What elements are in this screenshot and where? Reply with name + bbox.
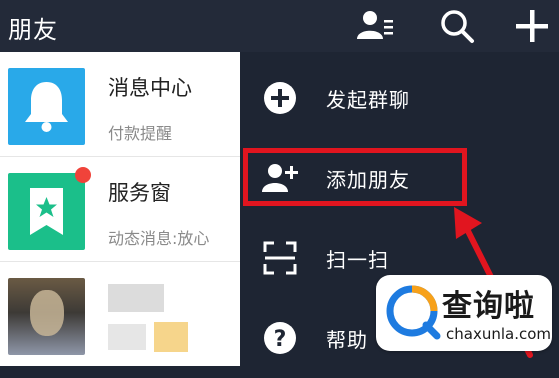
plus-circle-icon xyxy=(262,80,298,116)
menu-item-label: 帮助 xyxy=(326,328,368,352)
more-menu-button[interactable] xyxy=(512,6,552,46)
help-icon: ? xyxy=(262,320,298,356)
list-item-contact[interactable] xyxy=(0,262,240,366)
avatar-blurred xyxy=(8,278,85,355)
search-icon xyxy=(441,10,474,43)
item-preview: 付款提醒 xyxy=(108,124,173,143)
blurred-preview xyxy=(154,322,188,352)
watermark-url: chaxunla.com xyxy=(446,325,551,343)
contacts-icon xyxy=(357,11,393,39)
svg-text:?: ? xyxy=(274,327,287,352)
unread-badge xyxy=(75,167,91,183)
watermark-badge: 查询啦 chaxunla.com xyxy=(376,275,552,351)
list-item-service-window[interactable]: 服务窗 动态消息:放心 xyxy=(0,157,240,261)
avatar xyxy=(8,173,85,250)
friend-list: 消息中心 付款提醒 服务窗 动态消息:放心 xyxy=(0,52,240,366)
scan-icon xyxy=(262,240,298,276)
blurred-preview xyxy=(108,324,146,350)
search-button[interactable] xyxy=(437,6,477,46)
menu-item-label: 发起群聊 xyxy=(326,88,410,112)
watermark-logo xyxy=(386,285,441,340)
item-preview: 动态消息:放心 xyxy=(108,229,210,248)
highlight-box xyxy=(243,148,467,206)
top-bar: 朋友 xyxy=(0,0,559,52)
avatar xyxy=(8,68,85,145)
plus-icon xyxy=(516,10,548,42)
page-title: 朋友 xyxy=(8,16,58,44)
menu-item-label: 扫一扫 xyxy=(326,248,389,272)
watermark-text: 查询啦 xyxy=(442,289,535,324)
menu-item-group-chat[interactable]: 发起群聊 xyxy=(240,58,559,138)
contacts-button[interactable] xyxy=(355,6,395,46)
blurred-name xyxy=(108,284,164,312)
list-item-message-center[interactable]: 消息中心 付款提醒 xyxy=(0,52,240,156)
bell-icon xyxy=(25,82,68,132)
item-title: 消息中心 xyxy=(108,76,192,100)
item-title: 服务窗 xyxy=(108,181,171,205)
bookmark-star-icon xyxy=(30,188,63,235)
